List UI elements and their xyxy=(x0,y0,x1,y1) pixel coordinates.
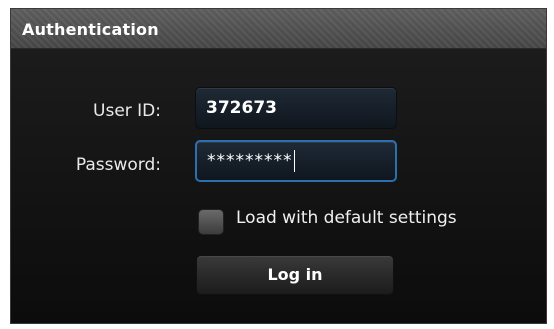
panel-title: Authentication xyxy=(22,20,159,39)
user-id-value: 372673 xyxy=(206,98,277,118)
text-caret xyxy=(293,150,295,172)
default-settings-checkbox[interactable] xyxy=(198,209,224,235)
password-input[interactable]: ********* xyxy=(195,140,397,182)
default-settings-label[interactable]: Load with default settings xyxy=(236,208,457,228)
password-label: Password: xyxy=(75,155,161,175)
user-id-label: User ID: xyxy=(93,101,161,121)
login-button[interactable]: Log in xyxy=(196,255,394,295)
password-value: ********* xyxy=(207,151,293,171)
panel-header: Authentication xyxy=(11,9,546,49)
authentication-panel: Authentication User ID: 372673 Password:… xyxy=(10,8,547,324)
user-id-input[interactable]: 372673 xyxy=(195,87,397,129)
